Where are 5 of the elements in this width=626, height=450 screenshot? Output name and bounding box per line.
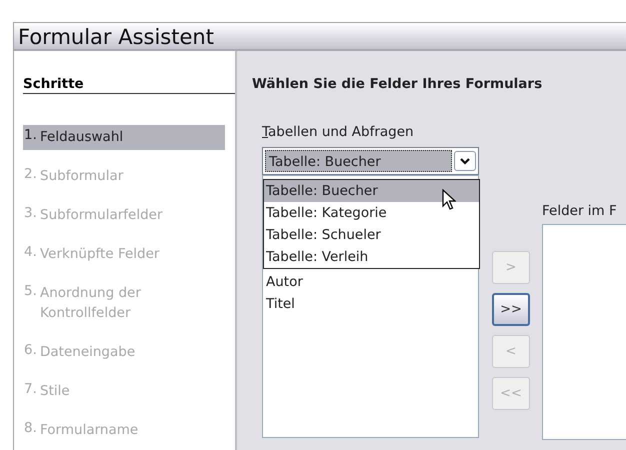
sidebar-heading: Schritte — [23, 76, 235, 94]
section-heading: Wählen Sie die Felder Ihres Formulars — [252, 76, 544, 92]
field-label: Tabellen und Abfragen — [262, 124, 414, 140]
field-label: Felder im F — [542, 203, 618, 219]
window-title: Formular Assistent — [14, 23, 626, 51]
